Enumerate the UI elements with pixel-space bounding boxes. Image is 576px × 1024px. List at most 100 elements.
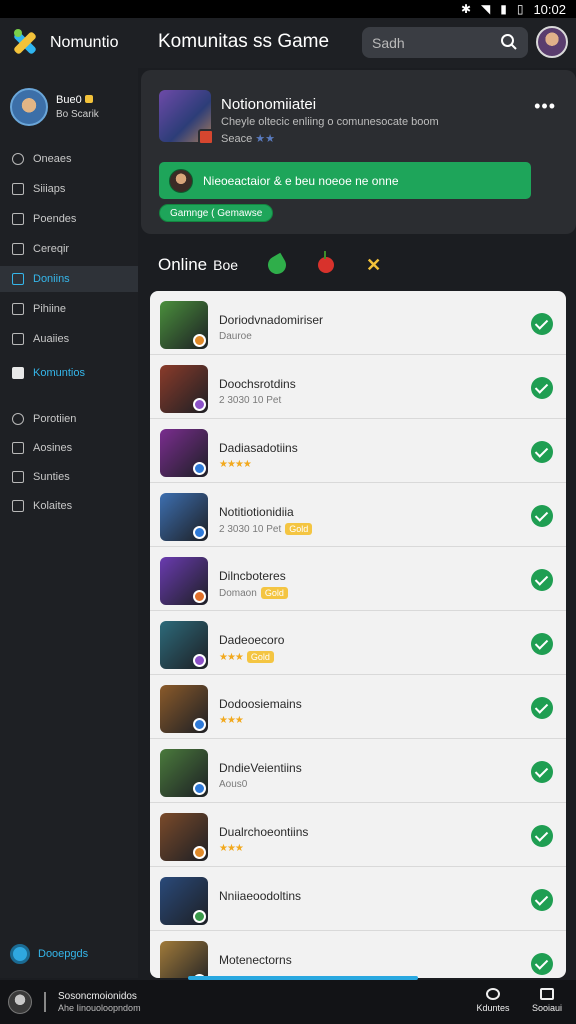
notification-banner[interactable]: Nieoeactaior & e beu noeoe ne onne xyxy=(159,162,531,199)
notification-meta-text: Seace xyxy=(221,133,253,145)
messages-icon xyxy=(12,303,24,315)
status-bar: ✱ ◥ ▮ ▯ 10:02 xyxy=(0,0,576,18)
leaf-icon[interactable] xyxy=(264,252,290,278)
notification-thumbnail xyxy=(159,90,214,145)
bottom-button-label: Kduntes xyxy=(476,1003,510,1013)
achievements-icon xyxy=(12,442,24,454)
sidebar-item-label: Komuntios xyxy=(33,367,85,379)
checkmark-icon[interactable] xyxy=(531,953,553,975)
sidebar-item-komuntios[interactable]: Komuntios xyxy=(0,360,138,386)
sidebar-footer-label: Dooepgds xyxy=(38,948,89,960)
user-avatar[interactable] xyxy=(536,26,568,58)
checkmark-icon[interactable] xyxy=(531,441,553,463)
games-icon xyxy=(12,183,24,195)
list-item-meta: Dauroe xyxy=(219,331,252,342)
profile-icon xyxy=(12,413,24,425)
profile-name: Bue0 xyxy=(56,94,82,106)
notification-description: Cheyle oltecic enliing o comunesocate bo… xyxy=(221,116,439,128)
checkmark-icon[interactable] xyxy=(531,825,553,847)
list-item[interactable]: Dadiasadotiins ★★★★ xyxy=(150,419,566,483)
list-item[interactable]: Doriodvnadomiriser Dauroe xyxy=(150,291,566,355)
list-item-meta: Aous0 xyxy=(219,779,247,790)
list-item[interactable]: Notitiotionidiia 2 3030 10 Pet Gold xyxy=(150,483,566,547)
search-input[interactable] xyxy=(372,34,492,51)
list-item[interactable]: Motenectorns xyxy=(150,931,566,978)
sidebar-item-kolaites[interactable]: Kolaites xyxy=(0,493,138,519)
sidebar-footer-button[interactable]: Dooepgds xyxy=(10,944,88,964)
bluetooth-icon: ✱ xyxy=(460,2,471,16)
list-item-meta-text: Aous0 xyxy=(219,779,248,790)
close-icon[interactable]: ✕ xyxy=(366,255,381,276)
list-item[interactable]: Dadeoecoro ★★★ Gold xyxy=(150,611,566,675)
platform-badge-icon xyxy=(193,462,206,475)
sidebar-item-auaiies[interactable]: Auaiies xyxy=(0,326,138,352)
sidebar-item-poendes[interactable]: Poendes xyxy=(0,206,138,232)
sidebar-item-porotiien[interactable]: Porotiien xyxy=(0,406,138,432)
list-item[interactable]: Doochsrotdins 2 3030 10 Pet xyxy=(150,355,566,419)
checkmark-icon[interactable] xyxy=(531,377,553,399)
app-logo[interactable]: Nomuntio xyxy=(0,27,140,59)
platform-badge-icon xyxy=(193,910,206,923)
profile-subtitle: Bo Scarik xyxy=(56,109,99,120)
library-icon xyxy=(12,213,24,225)
settings-icon xyxy=(12,471,24,483)
friends-list: Doriodvnadomiriser Dauroe Doochsrotdins 2 3… xyxy=(150,291,566,978)
cherry-icon[interactable] xyxy=(318,251,335,273)
checkmark-icon[interactable] xyxy=(531,889,553,911)
checkmark-icon[interactable] xyxy=(531,761,553,783)
banner-text: Nieoeactaior & e beu noeoe ne onne xyxy=(203,173,399,188)
platform-badge-icon xyxy=(193,590,206,603)
notification-tag[interactable]: Gamnge ( Gemawse xyxy=(159,204,274,222)
checkmark-icon[interactable] xyxy=(531,505,553,527)
online-label: Online xyxy=(158,255,208,274)
game-thumbnail xyxy=(160,429,208,477)
sidebar-item-label: Porotiien xyxy=(33,413,77,425)
top-header: Nomuntio Komunitas ss Game xyxy=(0,18,576,68)
list-item[interactable]: Dualrchoeontiins ★★★ xyxy=(150,803,566,867)
sidebar-item-label: Cereqir xyxy=(33,243,70,255)
bottom-button-kduntes[interactable]: Kduntes xyxy=(468,988,518,1013)
list-item[interactable]: DndieVeientiins Aous0 xyxy=(150,739,566,803)
game-thumbnail xyxy=(160,365,208,413)
list-item-name: Motenectorns xyxy=(219,953,292,967)
bottom-button-sooiaui[interactable]: Sooiaui xyxy=(522,988,572,1013)
list-item-badge: Gold xyxy=(260,587,288,599)
wifi-icon: ◥ xyxy=(481,2,491,16)
more-options-icon[interactable]: ••• xyxy=(534,96,556,117)
list-item-meta-text: Domaon xyxy=(219,588,257,599)
checkmark-icon[interactable] xyxy=(531,313,553,335)
checkmark-icon[interactable] xyxy=(531,697,553,719)
list-item[interactable]: Dilncboteres Domaon Gold xyxy=(150,547,566,611)
checkmark-icon[interactable] xyxy=(531,633,553,655)
online-sublabel: Boe xyxy=(213,257,239,273)
list-item[interactable]: Nniiaeoodoltins xyxy=(150,867,566,931)
page-title: Komunitas ss Game xyxy=(158,31,330,52)
sidebar-item-aosines[interactable]: Aosines xyxy=(0,435,138,461)
game-thumbnail xyxy=(160,685,208,733)
game-thumbnail xyxy=(160,621,208,669)
sidebar-item-pihiine[interactable]: Pihiine xyxy=(0,296,138,322)
help-icon xyxy=(12,500,24,512)
bottom-subtitle: Ahe Iinouoloopndom xyxy=(58,1003,141,1013)
sidebar-item-doniins[interactable]: Doniins xyxy=(0,266,138,292)
checkmark-icon[interactable] xyxy=(531,569,553,591)
list-item[interactable]: Dodoosiemains ★★★ xyxy=(150,675,566,739)
list-item-name: Dilncboteres xyxy=(219,569,286,583)
search-box[interactable] xyxy=(362,27,528,58)
store-icon xyxy=(12,243,24,255)
search-icon[interactable] xyxy=(500,33,518,51)
sidebar-profile[interactable]: Bue0 Bo Scarik xyxy=(10,88,99,126)
list-item-name: Dadeoecoro xyxy=(219,633,285,647)
sidebar-item-oneaes[interactable]: Oneaes xyxy=(0,146,138,172)
sidebar-item-siiiaps[interactable]: Siiiaps xyxy=(0,176,138,202)
game-thumbnail xyxy=(160,749,208,797)
notification-card: Notionomiiatei Cheyle oltecic enliing o … xyxy=(141,70,576,234)
sidebar-item-sunties[interactable]: Sunties xyxy=(0,464,138,490)
game-thumbnail xyxy=(160,941,208,978)
list-item-meta: 2 3030 10 Pet Gold xyxy=(219,523,313,535)
list-item-name: Doochsrotdins xyxy=(219,377,296,391)
groups-icon xyxy=(12,333,24,345)
bottom-avatar[interactable] xyxy=(8,990,32,1014)
star-icon: ★★ xyxy=(255,133,275,145)
sidebar-item-cereqir[interactable]: Cereqir xyxy=(0,236,138,262)
